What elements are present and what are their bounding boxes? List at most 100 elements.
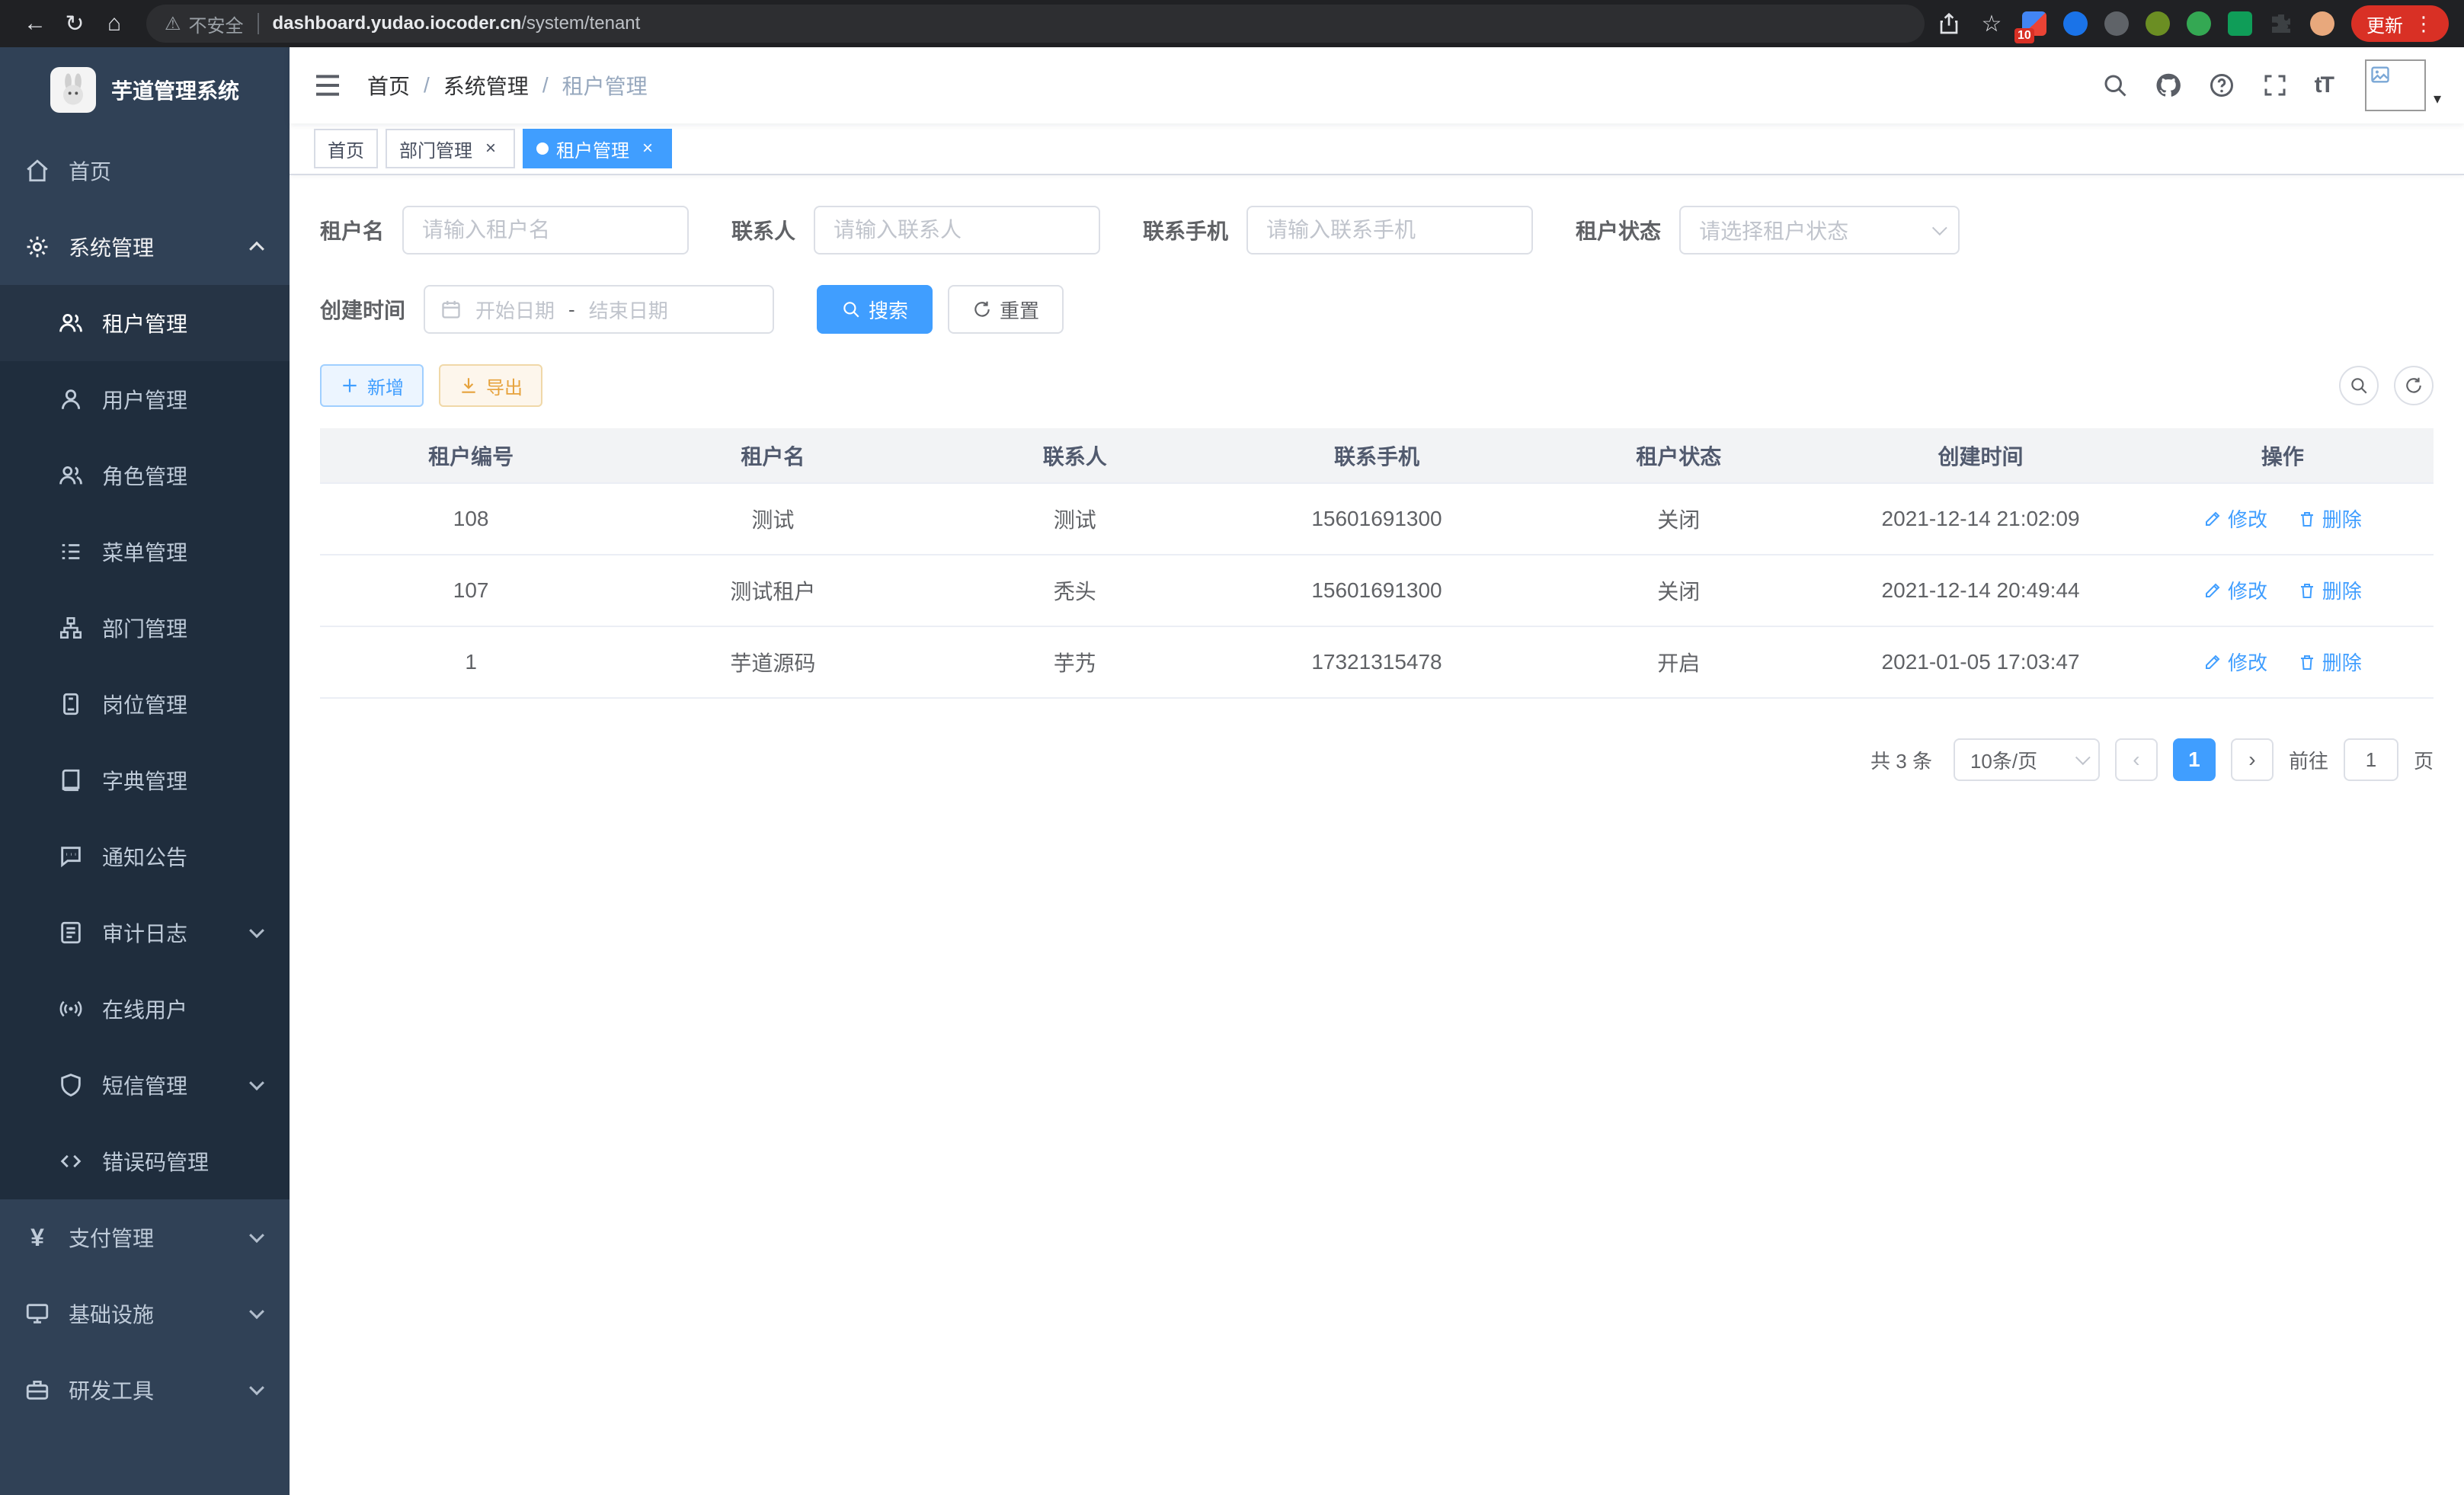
font-size-icon[interactable]: tT xyxy=(2315,72,2333,98)
refresh-table-button[interactable] xyxy=(2394,366,2434,405)
toggle-search-button[interactable] xyxy=(2339,366,2379,405)
cell-phone: 15601691300 xyxy=(1226,555,1528,626)
prev-page-button[interactable]: ‹ xyxy=(2115,738,2158,781)
browser-menu-icon[interactable]: ⋮ xyxy=(2414,12,2434,36)
sidebar-item-post[interactable]: 岗位管理 xyxy=(0,666,290,742)
sidebar-item-label: 菜单管理 xyxy=(102,536,187,567)
breadcrumb-section[interactable]: 系统管理 xyxy=(443,70,529,101)
next-page-button[interactable]: › xyxy=(2231,738,2274,781)
sidebar-item-devtools[interactable]: 研发工具 xyxy=(0,1352,290,1428)
extensions-puzzle-icon[interactable] xyxy=(2269,11,2293,36)
goto-page-input[interactable] xyxy=(2344,738,2398,781)
tenant-name-input[interactable] xyxy=(402,206,689,255)
plus-icon xyxy=(340,376,360,395)
start-date-placeholder: 开始日期 xyxy=(475,296,555,324)
tag-home[interactable]: 首页 xyxy=(314,129,378,168)
close-icon[interactable]: × xyxy=(637,138,658,159)
sidebar-item-notice[interactable]: 通知公告 xyxy=(0,818,290,895)
help-icon[interactable] xyxy=(2208,72,2235,99)
sidebar-item-label: 岗位管理 xyxy=(102,689,187,719)
sidebar-item-payment[interactable]: ¥ 支付管理 xyxy=(0,1199,290,1276)
sidebar-item-home[interactable]: 首页 xyxy=(0,133,290,209)
page-number-1[interactable]: 1 xyxy=(2173,738,2216,781)
phone-input[interactable] xyxy=(1246,206,1533,255)
extension-icon-2[interactable] xyxy=(2063,11,2088,36)
sidebar-collapse-icon[interactable] xyxy=(312,70,343,101)
browser-home-button[interactable]: ⌂ xyxy=(94,4,134,43)
sidebar-item-dict[interactable]: 字典管理 xyxy=(0,742,290,818)
trash-icon xyxy=(2298,653,2316,671)
delete-link[interactable]: 删除 xyxy=(2298,576,2362,604)
tag-tenant[interactable]: 租户管理 × xyxy=(523,129,672,168)
table-row[interactable]: 108 测试 测试 15601691300 关闭 2021-12-14 21:0… xyxy=(320,483,2434,555)
filter-label: 租户状态 xyxy=(1576,215,1661,245)
delete-link[interactable]: 删除 xyxy=(2298,504,2362,533)
edit-link[interactable]: 修改 xyxy=(2203,648,2267,676)
export-button[interactable]: 导出 xyxy=(439,364,542,407)
page-size-select[interactable]: 10条/页 xyxy=(1954,738,2100,781)
warning-icon: ⚠ xyxy=(165,13,181,35)
edit-icon xyxy=(2203,653,2222,671)
cell-phone: 17321315478 xyxy=(1226,626,1528,698)
github-icon[interactable] xyxy=(2155,72,2182,99)
tag-dept[interactable]: 部门管理 × xyxy=(386,129,515,168)
browser-update-button[interactable]: 更新 ⋮ xyxy=(2351,5,2449,42)
table-toolbar: 新增 导出 xyxy=(320,364,2434,407)
caret-down-icon: ▾ xyxy=(2434,89,2441,111)
sidebar-item-label: 部门管理 xyxy=(102,613,187,643)
extension-icon-6[interactable] xyxy=(2228,11,2252,36)
sidebar-item-error-code[interactable]: 错误码管理 xyxy=(0,1123,290,1199)
date-range-picker[interactable]: 开始日期 - 结束日期 xyxy=(424,285,774,334)
fullscreen-icon[interactable] xyxy=(2261,72,2289,99)
sidebar-item-infra[interactable]: 基础设施 xyxy=(0,1276,290,1352)
add-button[interactable]: 新增 xyxy=(320,364,424,407)
sidebar-item-user[interactable]: 用户管理 xyxy=(0,361,290,437)
extension-icon-1[interactable]: 10 xyxy=(2022,11,2046,36)
sidebar-item-role[interactable]: 角色管理 xyxy=(0,437,290,514)
active-dot xyxy=(536,142,549,155)
share-icon[interactable] xyxy=(1937,11,1961,36)
signal-icon xyxy=(58,996,84,1022)
sidebar-item-sms[interactable]: 短信管理 xyxy=(0,1047,290,1123)
user-menu[interactable]: ▾ xyxy=(2365,59,2441,111)
table-row[interactable]: 1 芋道源码 芋艿 17321315478 开启 2021-01-05 17:0… xyxy=(320,626,2434,698)
search-button[interactable]: 搜索 xyxy=(817,285,933,334)
address-bar[interactable]: ⚠ 不安全 dashboard.yudao.iocoder.cn/system/… xyxy=(146,5,1925,43)
url-path: /system/tenant xyxy=(521,13,640,34)
extension-icon-4[interactable] xyxy=(2146,11,2170,36)
reset-button[interactable]: 重置 xyxy=(948,285,1064,334)
sidebar-item-tenant[interactable]: 租户管理 xyxy=(0,285,290,361)
breadcrumb-current: 租户管理 xyxy=(562,70,648,101)
profile-avatar[interactable] xyxy=(2310,11,2334,36)
close-icon[interactable]: × xyxy=(480,138,501,159)
extension-icon-3[interactable] xyxy=(2104,11,2129,36)
tag-label: 部门管理 xyxy=(399,136,472,162)
bookmark-star-icon[interactable]: ☆ xyxy=(1978,4,2005,43)
browser-reload-button[interactable]: ↻ xyxy=(55,4,94,43)
edit-link[interactable]: 修改 xyxy=(2203,576,2267,604)
export-button-label: 导出 xyxy=(486,373,523,399)
sidebar-item-audit-log[interactable]: 审计日志 xyxy=(0,895,290,971)
sidebar-item-menu[interactable]: 菜单管理 xyxy=(0,514,290,590)
table-row[interactable]: 107 测试租户 秃头 15601691300 关闭 2021-12-14 20… xyxy=(320,555,2434,626)
sidebar-item-system[interactable]: 系统管理 xyxy=(0,209,290,285)
sidebar-item-online-user[interactable]: 在线用户 xyxy=(0,971,290,1047)
delete-link[interactable]: 删除 xyxy=(2298,648,2362,676)
logo[interactable]: 芋道管理系统 xyxy=(0,47,290,133)
filter-contact: 联系人 xyxy=(731,206,1100,255)
browser-back-button[interactable]: ← xyxy=(15,4,55,43)
contact-input[interactable] xyxy=(814,206,1100,255)
extension-icon-5[interactable] xyxy=(2187,11,2211,36)
search-icon[interactable] xyxy=(2101,72,2129,99)
cell-ops: 修改 删除 xyxy=(2132,555,2434,626)
sidebar: 芋道管理系统 首页 系统管理 租户管理 用户管理 角色管理 xyxy=(0,47,290,1495)
sidebar-item-label: 字典管理 xyxy=(102,765,187,796)
breadcrumb-home[interactable]: 首页 xyxy=(367,70,410,101)
sidebar-item-dept[interactable]: 部门管理 xyxy=(0,590,290,666)
total-count: 共 3 条 xyxy=(1870,746,1932,774)
status-select[interactable]: 请选择租户状态 xyxy=(1679,206,1960,255)
edit-label: 修改 xyxy=(2228,576,2267,604)
security-indicator[interactable]: ⚠ 不安全 xyxy=(165,11,244,37)
filter-label: 联系手机 xyxy=(1143,215,1228,245)
edit-link[interactable]: 修改 xyxy=(2203,504,2267,533)
